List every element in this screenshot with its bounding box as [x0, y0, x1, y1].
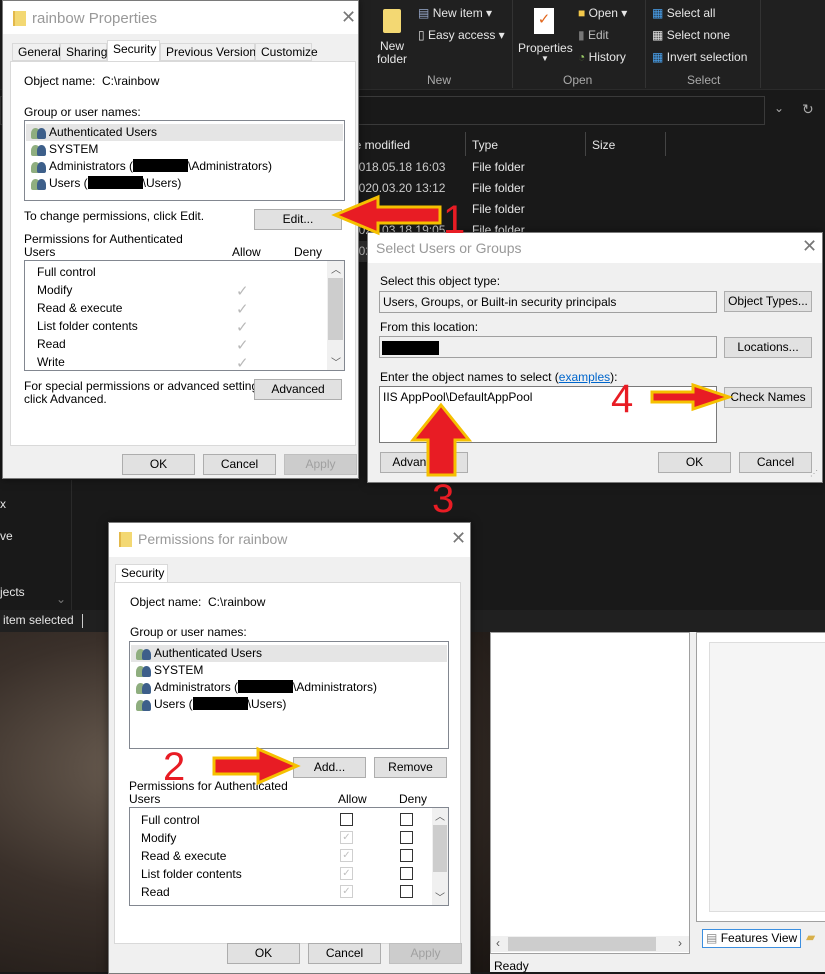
arrow-step-1 [331, 194, 442, 236]
step-number-3: 3 [432, 477, 455, 521]
arrow-step-3 [409, 402, 473, 477]
step-number-1: 1 [443, 198, 466, 242]
step-number-2: 2 [163, 745, 186, 789]
arrow-step-4 [650, 382, 734, 412]
annotation-arrows [212, 194, 734, 786]
arrow-step-2 [212, 746, 301, 786]
step-number-4: 4 [611, 377, 634, 421]
